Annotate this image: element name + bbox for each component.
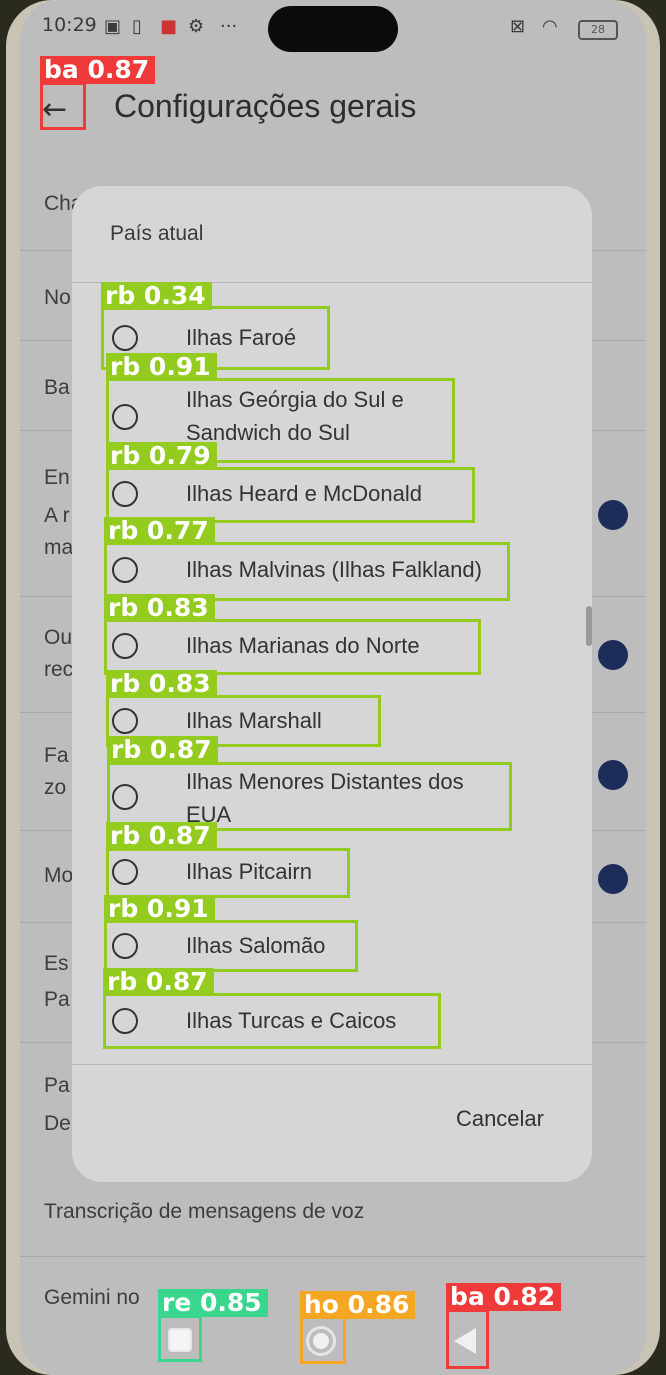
divider — [20, 1256, 646, 1257]
status-bar: 10:29 ▣ ▯ ■ ⚙ ··· ⊠ ◠ 28 — [20, 0, 646, 60]
scrollbar[interactable] — [586, 606, 592, 646]
detection-label: rb 0.87 — [103, 968, 214, 996]
detection-label: rb 0.79 — [106, 442, 217, 470]
gear-icon: ⚙ — [188, 16, 205, 37]
detection-label: ba 0.87 — [40, 56, 156, 84]
detection-label: rb 0.91 — [104, 895, 215, 923]
cancel-button[interactable]: Cancelar — [456, 1106, 544, 1132]
camera-pill — [268, 6, 398, 52]
detection-label: rb 0.87 — [107, 736, 218, 764]
page-title: Configurações gerais — [114, 88, 417, 124]
detection-label: re 0.85 — [158, 1289, 268, 1317]
battery-icon: 28 — [578, 20, 618, 40]
status-time: 10:29 — [42, 14, 97, 36]
screen-icon: ⊠ — [510, 16, 526, 37]
mail-app-icon: ■ — [160, 16, 178, 37]
toggle-switch[interactable] — [598, 864, 628, 894]
sim-icon: ▯ — [132, 16, 142, 37]
divider — [72, 1064, 592, 1065]
detection-label: rb 0.77 — [104, 517, 215, 545]
detection-label: rb 0.87 — [106, 822, 217, 850]
toggle-switch[interactable] — [598, 640, 628, 670]
detection-label: rb 0.91 — [106, 353, 217, 381]
toggle-switch[interactable] — [598, 500, 628, 530]
phone-photo: 10:29 ▣ ▯ ■ ⚙ ··· ⊠ ◠ 28 ← Configurações… — [0, 0, 666, 1375]
toggle-switch[interactable] — [598, 760, 628, 790]
detection-label: ba 0.82 — [446, 1283, 562, 1311]
detection-label: rb 0.83 — [106, 670, 217, 698]
wifi-icon: ◠ — [542, 16, 558, 37]
detection-label: rb 0.83 — [104, 594, 215, 622]
nfc-icon: ▣ — [104, 16, 122, 37]
more-dots-icon: ··· — [220, 16, 238, 37]
dialog-title: País atual — [110, 222, 204, 245]
settings-row[interactable]: Transcrição de mensagens de voz — [44, 1200, 624, 1224]
